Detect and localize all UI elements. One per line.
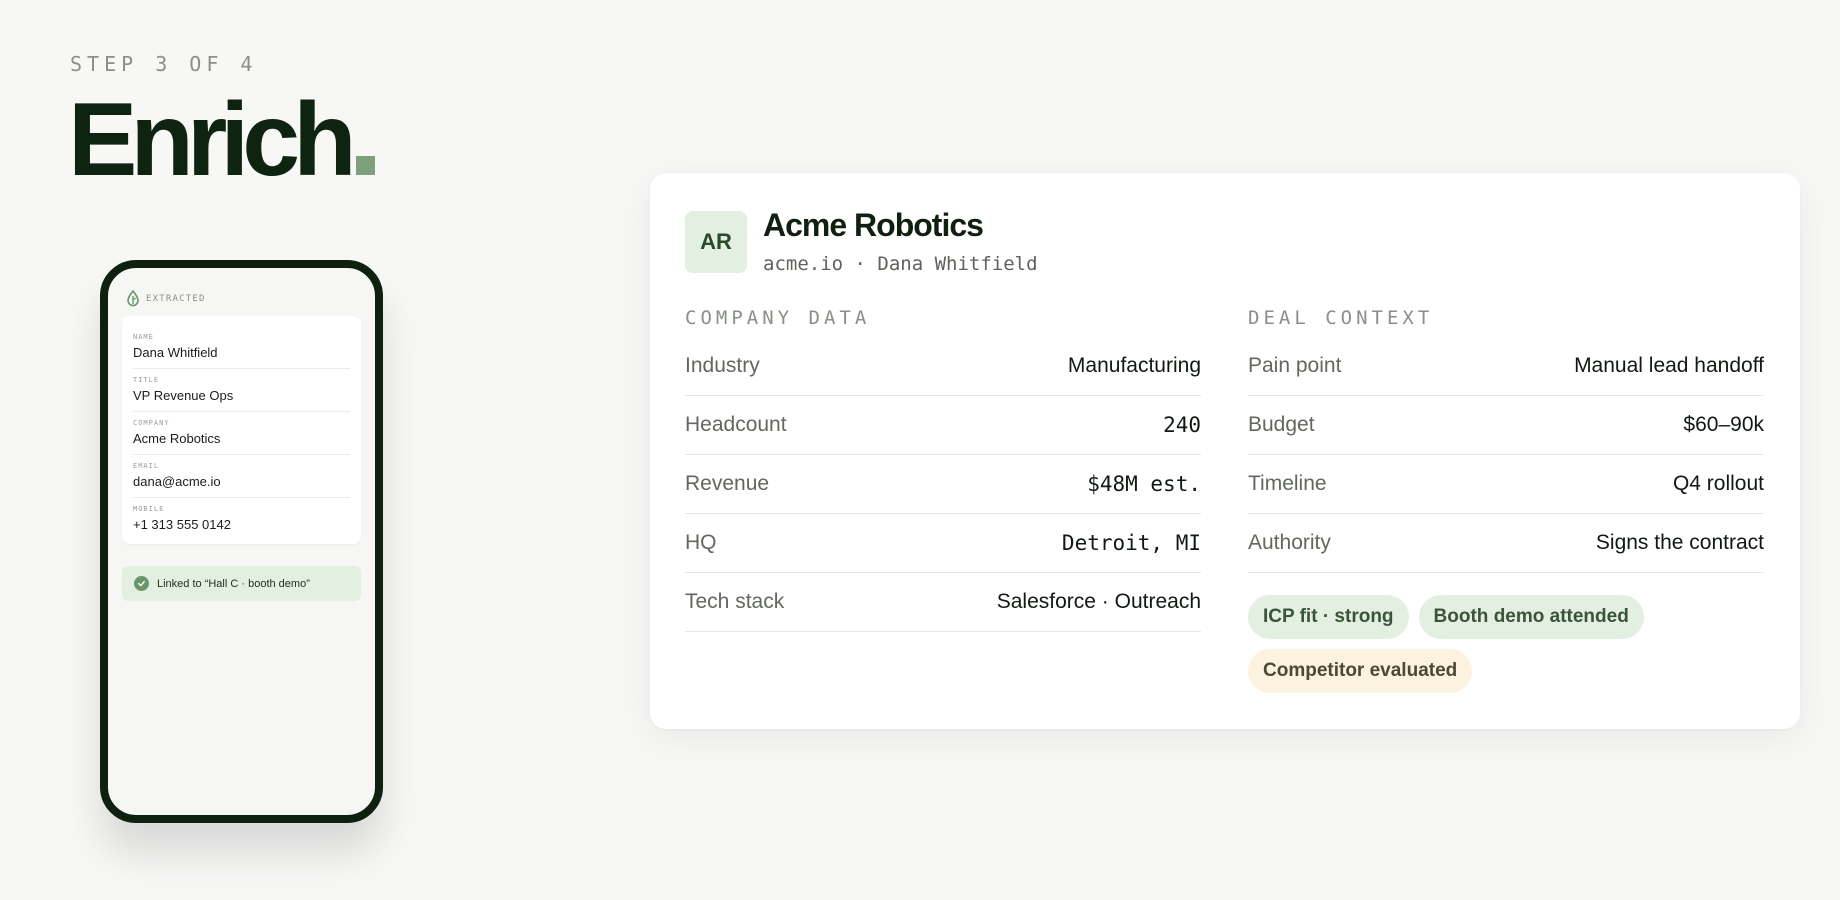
row-key: Authority — [1248, 531, 1331, 554]
field-label: COMPANY — [133, 419, 170, 427]
data-row-tech-stack: Tech stack Salesforce · Outreach — [685, 573, 1201, 632]
data-row-industry: Industry Manufacturing — [685, 337, 1201, 396]
page-title: Enrich — [68, 78, 375, 203]
enrichment-card: AR Acme Robotics acme.io · Dana Whitfiel… — [650, 173, 1800, 729]
data-row-budget: Budget $60–90k — [1248, 396, 1764, 455]
row-key: Tech stack — [685, 590, 785, 613]
deal-tags: ICP fit · strong Booth demo attended Com… — [1248, 595, 1728, 693]
deal-context-section: DEAL CONTEXT Pain point Manual lead hand… — [1248, 307, 1764, 693]
check-circle-icon — [134, 576, 149, 591]
row-key: Industry — [685, 354, 760, 377]
contact-card: NAME Dana Whitfield TITLE VP Revenue Ops… — [122, 316, 361, 544]
company-name: Acme Robotics — [763, 207, 984, 243]
row-value: $60–90k — [1683, 413, 1764, 436]
linked-event-badge[interactable]: Linked to “Hall C · booth demo” — [122, 566, 361, 601]
company-avatar: AR — [685, 211, 747, 273]
field-value[interactable]: dana@acme.io — [133, 474, 350, 490]
tag-booth-demo[interactable]: Booth demo attended — [1418, 595, 1644, 639]
data-row-revenue: Revenue $48M est. — [685, 455, 1201, 514]
field-value[interactable]: Acme Robotics — [133, 431, 350, 447]
row-key: Timeline — [1248, 472, 1327, 495]
row-value: 240 — [1163, 413, 1201, 437]
row-key: Revenue — [685, 472, 770, 495]
step-indicator: STEP 3 OF 4 — [70, 52, 258, 76]
row-key: Headcount — [685, 413, 787, 436]
row-value: Manufacturing — [1067, 354, 1201, 377]
contact-field-title: TITLE VP Revenue Ops — [133, 369, 350, 412]
field-label: MOBILE — [133, 505, 165, 513]
contact-field-mobile: MOBILE +1 313 555 0142 — [133, 498, 350, 540]
extracted-header: EXTRACTED — [126, 290, 206, 307]
title-square-mark — [355, 156, 375, 175]
data-row-headcount: Headcount 240 — [685, 396, 1201, 455]
contact-field-company: COMPANY Acme Robotics — [133, 412, 350, 455]
data-row-authority: Authority Signs the contract — [1248, 514, 1764, 573]
row-key: Budget — [1248, 413, 1315, 436]
row-value: Salesforce · Outreach — [996, 590, 1201, 613]
row-value: Signs the contract — [1595, 531, 1764, 554]
row-value: $48M est. — [1087, 472, 1201, 496]
phone-mockup: EXTRACTED NAME Dana Whitfield TITLE VP R… — [100, 260, 383, 823]
company-subtitle: acme.io · Dana Whitfield — [763, 253, 1038, 275]
field-label: EMAIL — [133, 462, 160, 470]
extracted-label: EXTRACTED — [146, 293, 206, 304]
data-row-timeline: Timeline Q4 rollout — [1248, 455, 1764, 514]
data-row-hq: HQ Detroit, MI — [685, 514, 1201, 573]
field-label: NAME — [133, 333, 154, 341]
page-title-text: Enrich — [68, 82, 357, 198]
linked-event-text: Linked to “Hall C · booth demo” — [157, 577, 310, 590]
row-value: Manual lead handoff — [1574, 354, 1764, 377]
field-value[interactable]: +1 313 555 0142 — [133, 517, 350, 533]
field-label: TITLE — [133, 376, 160, 384]
row-value: Q4 rollout — [1672, 472, 1764, 495]
row-value: Detroit, MI — [1061, 531, 1201, 555]
field-value[interactable]: VP Revenue Ops — [133, 388, 350, 404]
row-key: HQ — [685, 531, 717, 554]
contact-field-email: EMAIL dana@acme.io — [133, 455, 350, 498]
tag-icp-fit[interactable]: ICP fit · strong — [1248, 595, 1409, 639]
row-key: Pain point — [1248, 354, 1342, 377]
section-title: COMPANY DATA — [685, 307, 871, 329]
deal-context-rows: Pain point Manual lead handoff Budget $6… — [1248, 337, 1764, 573]
tag-competitor[interactable]: Competitor evaluated — [1248, 649, 1473, 693]
field-value[interactable]: Dana Whitfield — [133, 345, 350, 361]
contact-field-name: NAME Dana Whitfield — [133, 326, 350, 369]
data-row-pain-point: Pain point Manual lead handoff — [1248, 337, 1764, 396]
company-data-section: COMPANY DATA Industry Manufacturing Head… — [685, 307, 1201, 632]
drop-icon — [127, 290, 139, 307]
company-data-rows: Industry Manufacturing Headcount 240 Rev… — [685, 337, 1201, 632]
section-title: DEAL CONTEXT — [1248, 307, 1434, 329]
